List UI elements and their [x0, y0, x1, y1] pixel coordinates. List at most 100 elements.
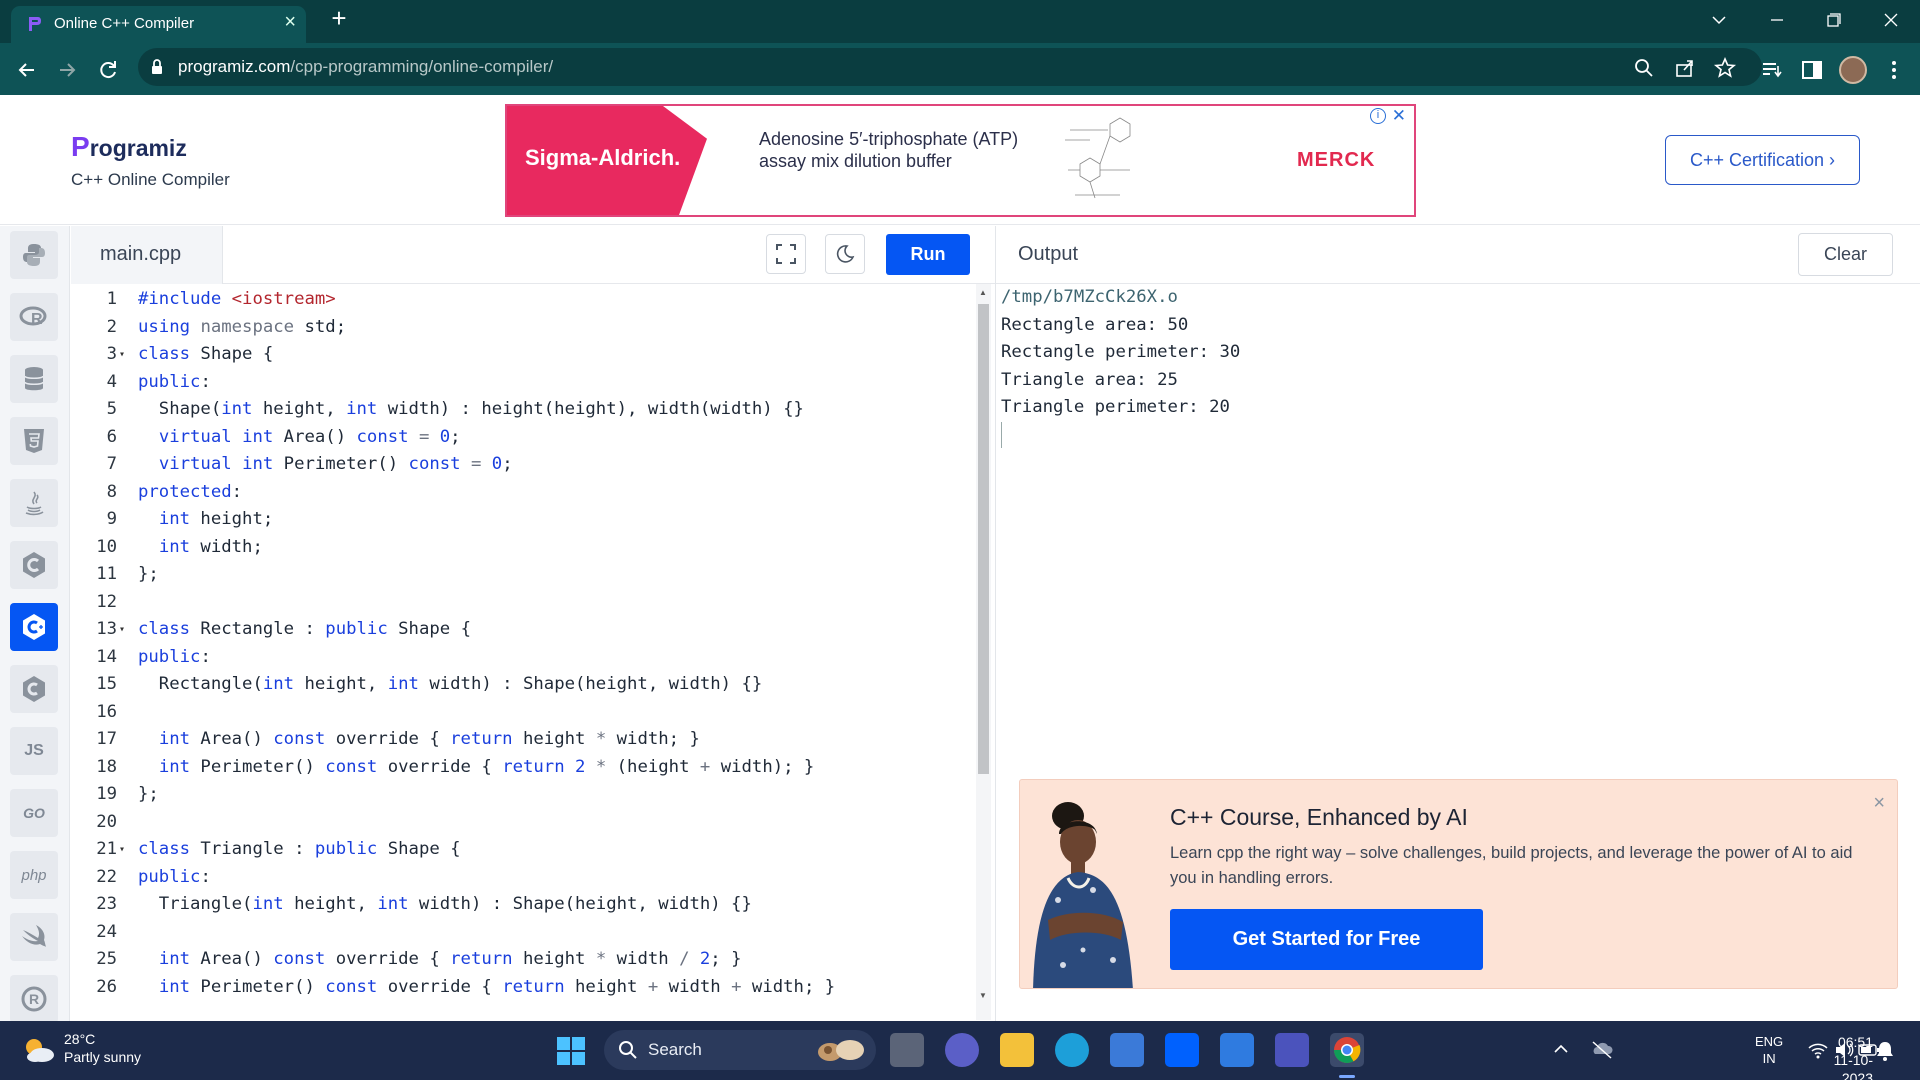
dropbox-icon[interactable] — [1165, 1033, 1199, 1067]
code-line[interactable]: 14 public: — [71, 644, 981, 672]
forward-arrow-icon[interactable] — [52, 55, 82, 85]
browser-tab[interactable]: Online C++ Compiler × — [11, 6, 306, 43]
go-language-icon[interactable]: GO — [10, 789, 58, 837]
restore-button[interactable] — [1818, 8, 1848, 34]
code-line[interactable]: 10 int width; — [71, 534, 981, 562]
java-icon[interactable] — [10, 479, 58, 527]
file-explorer-icon[interactable] — [1000, 1033, 1034, 1067]
ad-info-icon[interactable]: i — [1370, 108, 1386, 124]
task-view-icon[interactable] — [890, 1033, 924, 1067]
scroll-down-arrow-icon[interactable]: ▼ — [979, 991, 987, 1000]
more-menu-icon[interactable] — [1882, 58, 1906, 82]
programiz-logo[interactable]: Programiz — [71, 131, 187, 163]
file-tab[interactable]: main.cpp — [71, 226, 223, 284]
code-line[interactable]: 6 virtual int Area() const = 0; — [71, 424, 981, 452]
show-hidden-icons-chevron-icon[interactable] — [1553, 1043, 1569, 1055]
code-line[interactable]: 9 int height; — [71, 506, 981, 534]
zoom-search-icon[interactable] — [1632, 56, 1656, 80]
csharp-language-icon[interactable] — [10, 665, 58, 713]
rust-language-icon[interactable]: R — [10, 975, 58, 1023]
code-line[interactable]: 23 Triangle(int height, int width) : Sha… — [71, 891, 981, 919]
minimize-button[interactable] — [1762, 8, 1792, 34]
code-line[interactable]: 7 virtual int Perimeter() const = 0; — [71, 451, 981, 479]
code-line[interactable]: 26 int Perimeter() const override { retu… — [71, 974, 981, 1002]
php-language-icon[interactable]: php — [10, 851, 58, 899]
promo-close-icon[interactable]: × — [1873, 792, 1885, 815]
code-line[interactable]: 2 using namespace std; — [71, 314, 981, 342]
omnibox[interactable]: programiz.com/cpp-programming/online-com… — [138, 48, 1762, 86]
certification-button[interactable]: C++ Certification › — [1665, 135, 1860, 185]
code-line[interactable]: 21 ▾ class Triangle : public Shape { — [71, 836, 981, 864]
clear-button[interactable]: Clear — [1798, 233, 1893, 276]
code-line[interactable]: 12 — [71, 589, 981, 617]
code-text: }; — [138, 564, 159, 584]
code-line[interactable]: 13 ▾ class Rectangle : public Shape { — [71, 616, 981, 644]
lock-icon[interactable] — [150, 58, 164, 76]
tab-search-chevron-icon[interactable] — [1704, 8, 1734, 34]
output-console[interactable]: /tmp/b7MZcCk26X.o Rectangle area: 50 Rec… — [1001, 284, 1240, 422]
code-line[interactable]: 16 — [71, 699, 981, 727]
line-number: 21 — [96, 839, 117, 859]
swift-language-icon[interactable] — [10, 913, 58, 961]
scrollbar-thumb[interactable] — [978, 304, 989, 774]
r-language-icon[interactable]: R — [10, 293, 58, 341]
share-icon[interactable] — [1673, 56, 1697, 80]
code-line[interactable]: 20 — [71, 809, 981, 837]
reload-icon[interactable] — [93, 55, 123, 85]
code-line[interactable]: 18 int Perimeter() const override { retu… — [71, 754, 981, 782]
code-line[interactable]: 3 ▾ class Shape { — [71, 341, 981, 369]
run-button[interactable]: Run — [886, 234, 970, 275]
taskbar-search[interactable]: Search — [604, 1030, 876, 1070]
microsoft-store-icon[interactable] — [1110, 1033, 1144, 1067]
line-number: 7 — [106, 454, 117, 474]
code-line[interactable]: 17 int Area() const override { return he… — [71, 726, 981, 754]
line-number: 25 — [96, 949, 117, 969]
edge-browser-icon[interactable] — [1055, 1033, 1089, 1067]
sql-database-icon[interactable] — [10, 355, 58, 403]
fold-arrow-icon[interactable]: ▾ — [119, 836, 125, 864]
back-arrow-icon[interactable] — [12, 55, 42, 85]
new-tab-button[interactable]: + — [325, 4, 353, 32]
html5-icon[interactable] — [10, 417, 58, 465]
code-line[interactable]: 22 public: — [71, 864, 981, 892]
input-language[interactable]: ENG IN — [1755, 1033, 1783, 1067]
code-editor[interactable]: 1 #include <iostream> 2 using namespace std… — [71, 284, 981, 1020]
code-line[interactable]: 15 Rectangle(int height, int width) : Sh… — [71, 671, 981, 699]
javascript-language-icon[interactable]: JS — [10, 727, 58, 775]
scroll-up-arrow-icon[interactable]: ▲ — [979, 288, 987, 297]
code-line[interactable]: 19}; — [71, 781, 981, 809]
get-started-button[interactable]: Get Started for Free — [1170, 909, 1483, 970]
code-line[interactable]: 11}; — [71, 561, 981, 589]
python-language-icon[interactable] — [10, 231, 58, 279]
chrome-icon[interactable] — [1330, 1033, 1364, 1067]
close-window-button[interactable] — [1876, 8, 1906, 34]
code-line[interactable]: 8 protected: — [71, 479, 981, 507]
ad-close-icon[interactable]: ✕ — [1392, 106, 1406, 126]
teams-chat-icon[interactable] — [945, 1033, 979, 1067]
c-language-icon[interactable] — [10, 541, 58, 589]
fold-arrow-icon[interactable]: ▾ — [119, 616, 125, 644]
code-line[interactable]: 25 int Area() const override { return he… — [71, 946, 981, 974]
windows-start-icon[interactable] — [556, 1036, 586, 1066]
tab-close-icon[interactable]: × — [284, 11, 296, 34]
cpp-language-icon[interactable] — [10, 603, 58, 651]
code-line[interactable]: 24 — [71, 919, 981, 947]
bookmark-star-icon[interactable] — [1713, 56, 1737, 80]
notification-bell-icon[interactable] — [1875, 1040, 1895, 1062]
profile-avatar[interactable] — [1839, 56, 1867, 84]
advertisement-banner[interactable]: Sigma-Aldrich. Adenosine 5′-triphosphate… — [505, 104, 1416, 217]
code-line[interactable]: 5 Shape(int height, int width) : height(… — [71, 396, 981, 424]
dark-mode-moon-icon[interactable] — [825, 234, 865, 274]
onedrive-offline-icon[interactable] — [1590, 1039, 1614, 1059]
fullscreen-icon[interactable] — [766, 234, 806, 274]
fold-arrow-icon[interactable]: ▾ — [119, 341, 125, 369]
myhp-icon[interactable] — [1220, 1033, 1254, 1067]
editor-scrollbar[interactable]: ▲ ▼ — [976, 284, 991, 1020]
teams-icon[interactable] — [1275, 1033, 1309, 1067]
clock[interactable]: 06:51 11-10-2023 — [1809, 1033, 1873, 1080]
url-text[interactable]: programiz.com/cpp-programming/online-com… — [178, 57, 553, 77]
reading-list-icon[interactable] — [1760, 58, 1784, 82]
code-line[interactable]: 1 #include <iostream> — [71, 286, 981, 314]
side-panel-icon[interactable] — [1800, 58, 1824, 82]
code-line[interactable]: 4 public: — [71, 369, 981, 397]
